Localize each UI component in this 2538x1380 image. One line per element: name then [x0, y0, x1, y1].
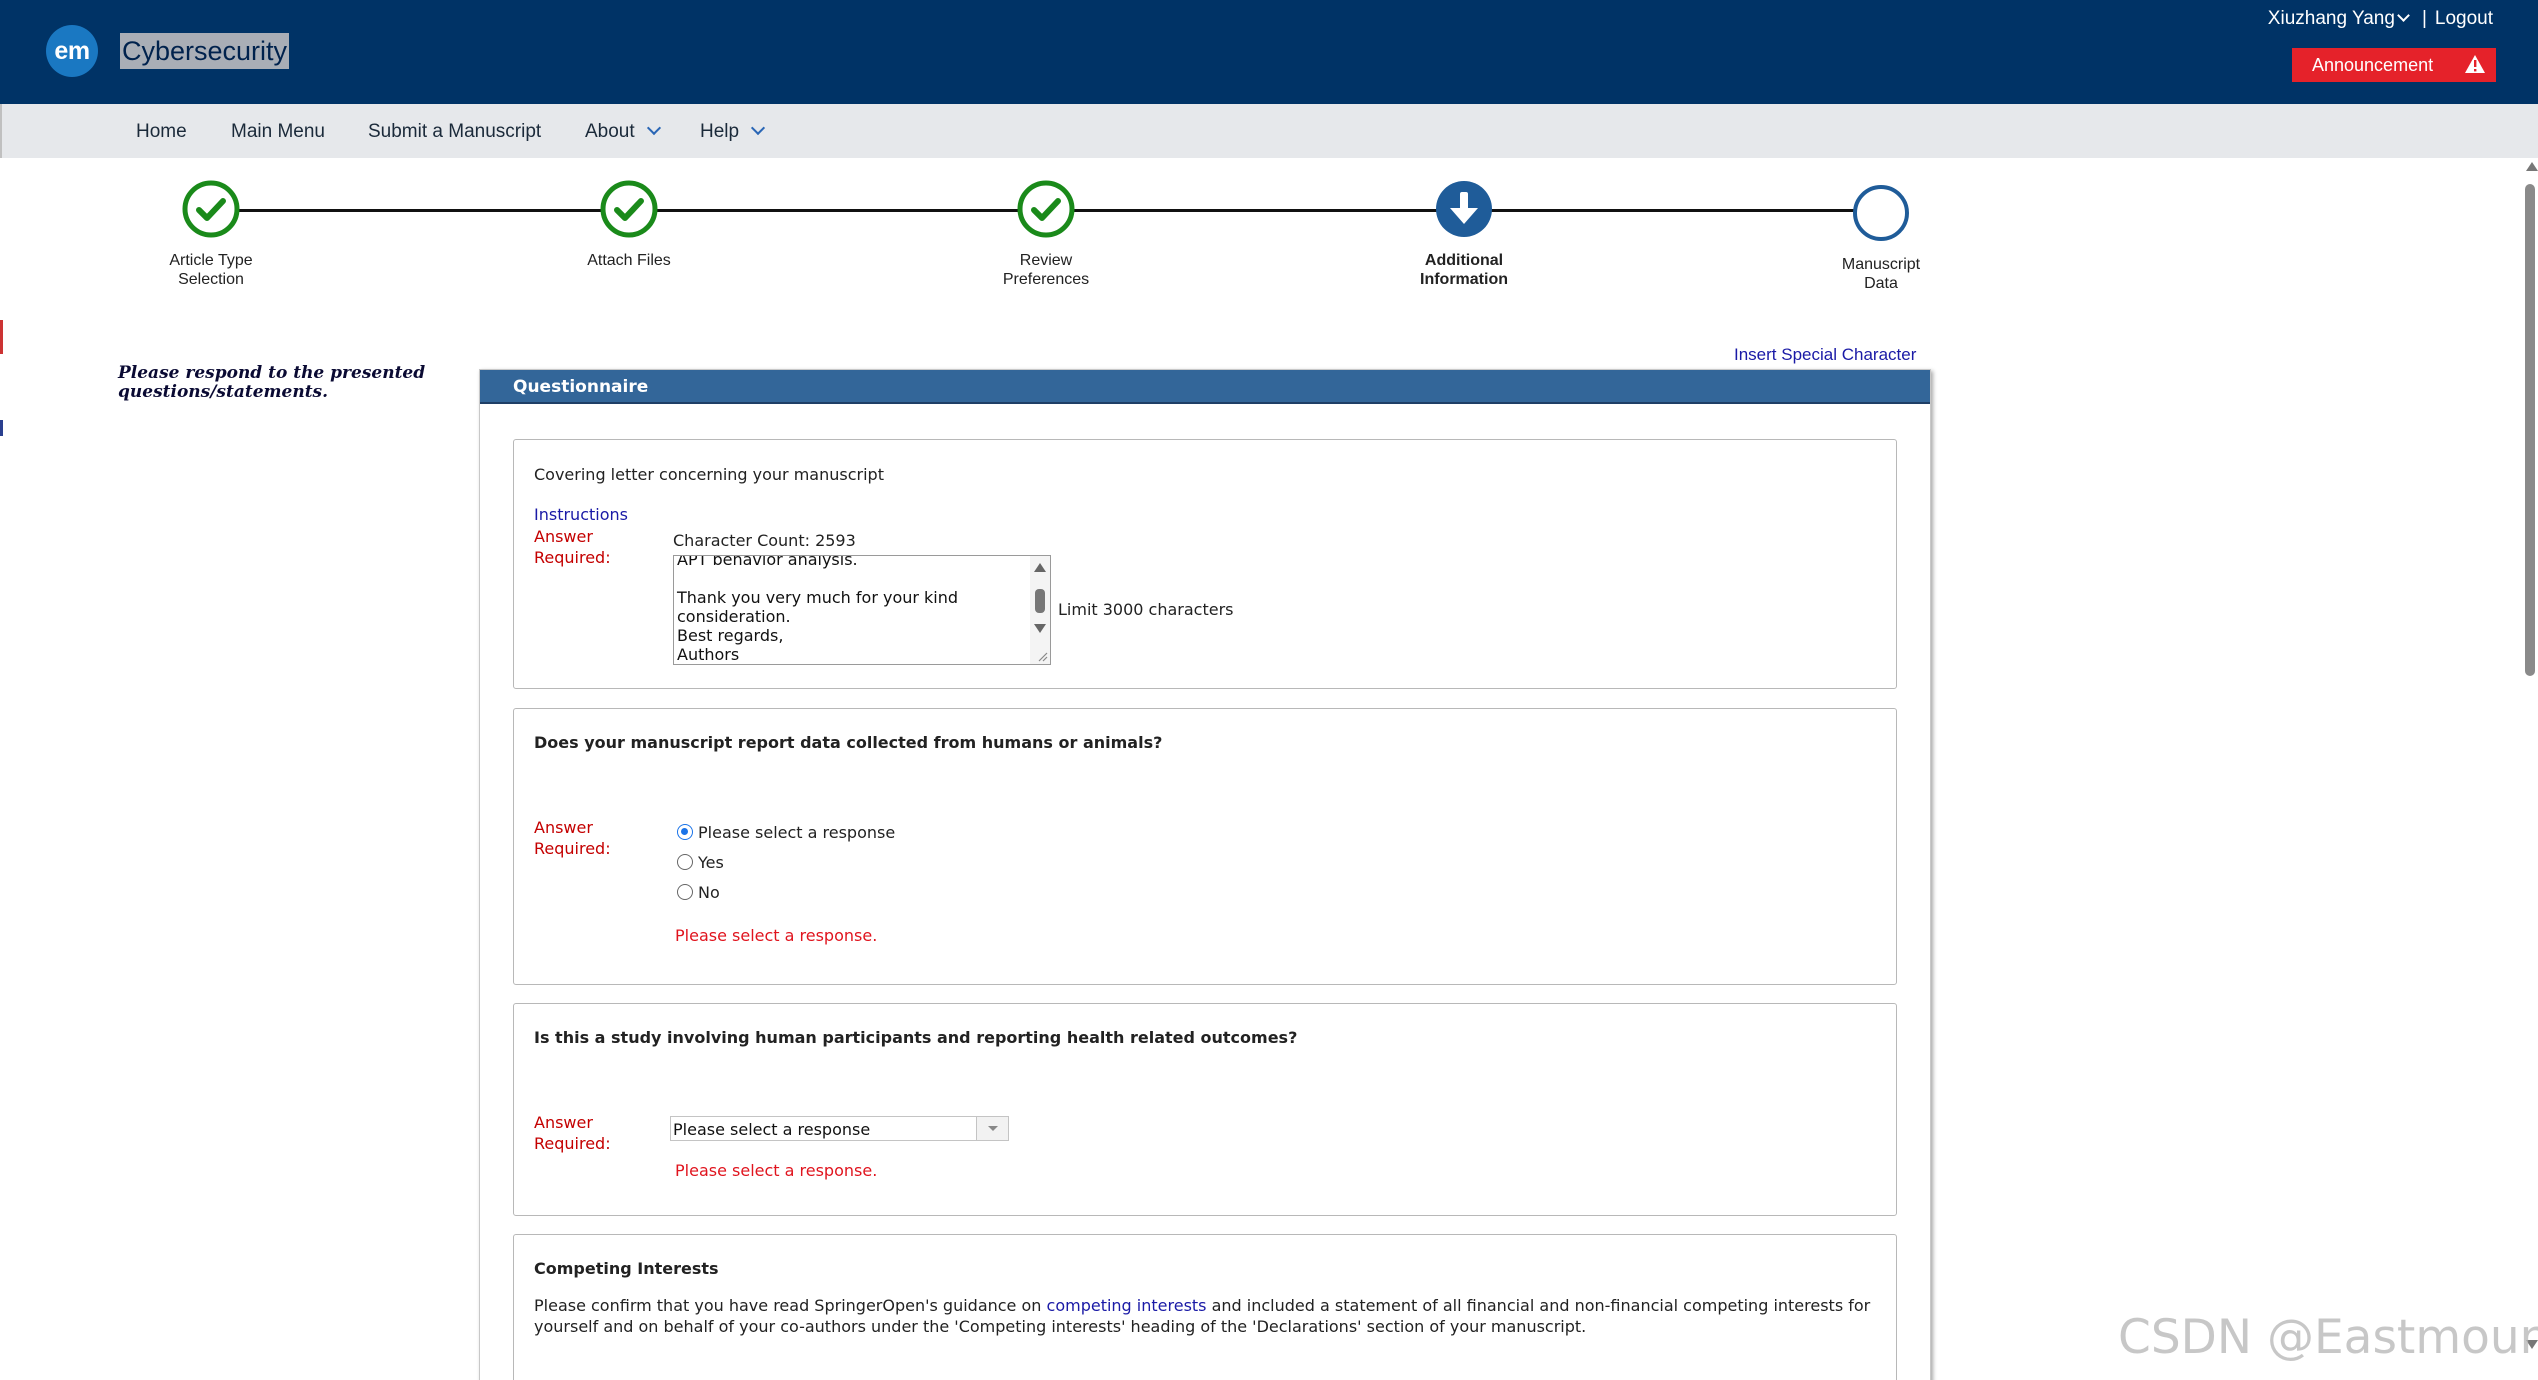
step-label: Review Preferences — [1002, 252, 1090, 288]
radio-option-no[interactable]: No — [677, 883, 720, 902]
nav-about-label: About — [585, 121, 635, 142]
radio-option-yes[interactable]: Yes — [677, 853, 724, 872]
step-additional-information[interactable]: Additional Information — [1364, 180, 1564, 289]
questionnaire-header: Questionnaire — [480, 370, 1930, 404]
step-review-preferences[interactable]: Review Preferences — [946, 180, 1146, 289]
step-manuscript-data[interactable]: Manuscript Data — [1781, 184, 1981, 293]
question-title: Competing Interests — [534, 1259, 719, 1278]
step-label: Article Type Selection — [169, 252, 253, 288]
radio-button[interactable] — [677, 854, 693, 870]
question-covering-letter: Covering letter concerning your manuscri… — [513, 439, 1897, 689]
radio-button[interactable] — [677, 884, 693, 900]
scroll-down-arrow-icon[interactable] — [1034, 624, 1046, 633]
logout-link[interactable]: Logout — [2435, 8, 2493, 29]
warning-icon — [2465, 55, 2485, 73]
response-select-dropdown[interactable]: Please select a response — [670, 1116, 1009, 1141]
empty-circle-icon — [1853, 185, 1909, 241]
scroll-up-arrow-icon[interactable] — [2526, 162, 2538, 171]
user-menu: Xiuzhang Yang | Logout — [2268, 8, 2493, 30]
chevron-down-icon[interactable] — [2397, 9, 2410, 22]
competing-interests-link[interactable]: competing interests — [1047, 1296, 1207, 1315]
select-value: Please select a response — [673, 1120, 871, 1139]
check-circle-icon — [182, 180, 240, 238]
question-title: Is this a study involving human particip… — [534, 1028, 1298, 1047]
scroll-up-arrow-icon[interactable] — [1034, 563, 1046, 572]
announcement-button[interactable]: Announcement — [2292, 48, 2496, 82]
nav-home[interactable]: Home — [136, 121, 187, 143]
step-attach-files[interactable]: Attach Files — [529, 180, 729, 270]
watermark: CSDN @Eastmount — [2118, 1310, 2538, 1365]
nav-about[interactable]: About — [585, 120, 661, 143]
question-title: Does your manuscript report data collect… — [534, 733, 1163, 752]
validation-error: Please select a response. — [675, 926, 878, 945]
question-human-participants-health: Is this a study involving human particip… — [513, 1003, 1897, 1216]
nav-help[interactable]: Help — [700, 120, 766, 143]
questionnaire-panel: Questionnaire Covering letter concerning… — [479, 369, 1931, 1380]
textarea-content: APT behavior analysis. Thank you very mu… — [677, 555, 959, 664]
character-limit-text: Limit 3000 characters — [1058, 600, 1234, 619]
edge-mark — [0, 320, 3, 354]
validation-error: Please select a response. — [675, 1161, 878, 1180]
question-title: Covering letter concerning your manuscri… — [534, 465, 884, 484]
download-arrow-circle-icon — [1436, 181, 1492, 237]
top-header-bar: em Cybersecurity Xiuzhang Yang | Logout An… — [0, 0, 2538, 104]
step-label: Manuscript Data — [1841, 256, 1921, 292]
announcement-label: Announcement — [2312, 55, 2434, 75]
journal-title[interactable]: Cybersecurity — [120, 33, 290, 69]
editorial-manager-logo[interactable]: em — [46, 25, 98, 77]
chevron-down-icon — [751, 120, 766, 136]
competing-interests-text: Please confirm that you have read Spring… — [534, 1296, 1871, 1336]
textarea-scrollbar[interactable] — [1030, 556, 1050, 664]
nav-submit-manuscript[interactable]: Submit a Manuscript — [368, 121, 541, 143]
question-competing-interests: Competing Interests Please confirm that … — [513, 1234, 1897, 1380]
textarea-scrollbar-thumb[interactable] — [1035, 589, 1045, 613]
answer-required-label: Answer Required: — [534, 527, 611, 567]
question-human-animal-data: Does your manuscript report data collect… — [513, 708, 1897, 985]
menu-separator: | — [2421, 8, 2427, 29]
character-count: Character Count: 2593 — [673, 531, 856, 550]
answer-required-label: Answer Required: — [534, 1113, 611, 1153]
page-scrollbar-thumb[interactable] — [2525, 184, 2535, 676]
insert-special-character-link[interactable]: Insert Special Character — [1734, 345, 1916, 365]
step-article-type[interactable]: Article Type Selection — [111, 180, 311, 289]
resize-grip-icon[interactable] — [1036, 650, 1048, 662]
page-instructions: Please respond to the presented question… — [118, 363, 426, 402]
radio-option-please-select[interactable]: Please select a response — [677, 823, 895, 842]
check-circle-icon — [1017, 180, 1075, 238]
nav-help-label: Help — [700, 121, 740, 142]
step-label: Additional Information — [1420, 252, 1508, 288]
check-circle-icon — [600, 180, 658, 238]
user-name-dropdown[interactable]: Xiuzhang Yang — [2268, 8, 2395, 29]
covering-letter-textarea[interactable]: APT behavior analysis. Thank you very mu… — [673, 555, 1051, 665]
instructions-link[interactable]: Instructions — [534, 504, 628, 525]
step-label: Attach Files — [587, 252, 671, 269]
nav-main-menu[interactable]: Main Menu — [231, 121, 325, 143]
chevron-down-icon[interactable] — [976, 1117, 1008, 1140]
main-nav-bar: Home Main Menu Submit a Manuscript About… — [0, 104, 2538, 158]
edge-mark — [0, 420, 3, 436]
answer-required-label: Answer Required: — [534, 818, 611, 858]
radio-button-selected[interactable] — [677, 824, 693, 840]
chevron-down-icon — [646, 120, 661, 136]
